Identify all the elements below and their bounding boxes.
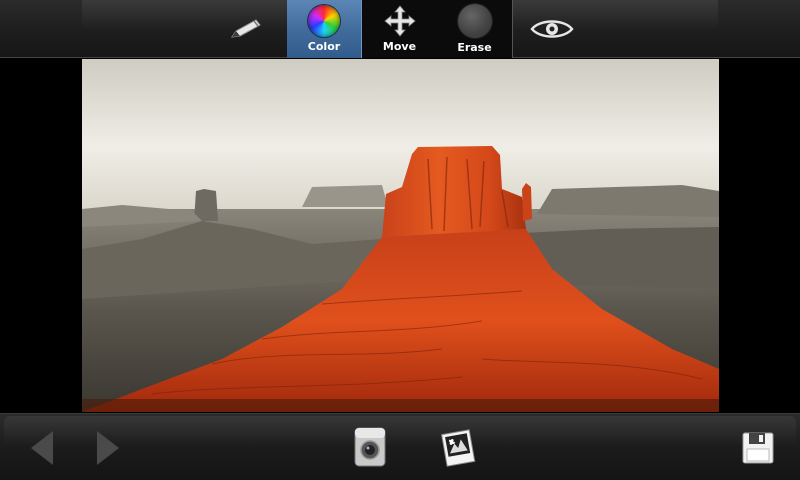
pencil-tool-button[interactable]	[222, 0, 270, 58]
photo-gallery-icon	[441, 429, 476, 467]
arrow-left-icon	[31, 431, 53, 465]
color-tool-label: Color	[307, 40, 341, 53]
floppy-disk-icon	[742, 432, 774, 464]
pencil-icon	[230, 19, 261, 38]
camera-button[interactable]	[350, 424, 390, 470]
next-button[interactable]	[90, 428, 126, 468]
eraser-disc-icon	[457, 4, 492, 38]
photo-canvas[interactable]	[82, 59, 719, 412]
move-tool-label: Move	[382, 40, 417, 53]
move-tool-button[interactable]: Move	[362, 0, 437, 58]
color-wheel-icon	[308, 5, 340, 37]
color-tool-button[interactable]: Color	[287, 0, 362, 58]
photo-image	[82, 59, 719, 412]
erase-tool-label: Erase	[457, 41, 492, 54]
save-button[interactable]	[738, 428, 778, 468]
erase-tool-button[interactable]: Erase	[437, 0, 512, 58]
eye-icon	[530, 20, 574, 38]
arrow-right-icon	[97, 431, 119, 465]
previous-button[interactable]	[24, 428, 60, 468]
preview-eye-button[interactable]	[526, 0, 578, 58]
move-arrows-icon	[383, 5, 416, 37]
camera-icon	[354, 427, 386, 467]
gallery-button[interactable]	[436, 424, 480, 470]
